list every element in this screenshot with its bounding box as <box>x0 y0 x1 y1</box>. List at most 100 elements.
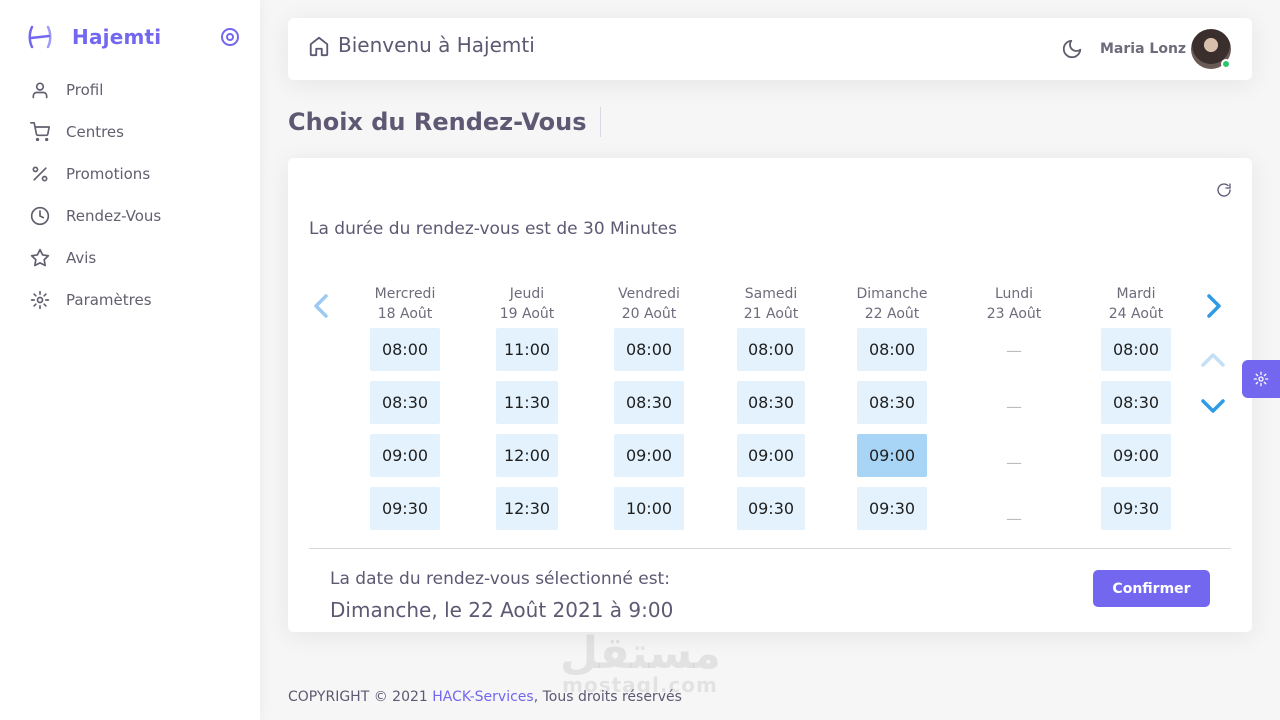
brand-logo-icon <box>28 25 52 49</box>
footer: COPYRIGHT © 2021 HACK-Services, Tous dro… <box>288 689 682 705</box>
watermark-text: مستقل <box>560 628 721 679</box>
theme-customizer-button[interactable] <box>1242 360 1280 398</box>
day-date: 18 Août <box>377 306 433 322</box>
time-slot-button[interactable]: 12:30 <box>496 487 558 530</box>
time-slot-list: — — — — <box>953 328 1075 542</box>
time-slot-button[interactable]: 08:00 <box>737 328 805 371</box>
sidebar-item-label: Paramètres <box>66 291 152 309</box>
sidebar-item-promotions[interactable]: Promotions <box>0 153 260 195</box>
time-slot-button[interactable]: 09:30 <box>857 487 927 530</box>
time-slot-button[interactable]: 12:00 <box>496 434 558 477</box>
home-icon <box>309 36 329 57</box>
time-slot-list: 08:00 08:30 09:00 10:00 <box>588 328 710 530</box>
footer-copyright: COPYRIGHT © 2021 <box>288 689 428 705</box>
brand-name: Hajemti <box>72 25 162 49</box>
day-name: Lundi <box>994 286 1034 302</box>
sidebar-item-centres[interactable]: Centres <box>0 111 260 153</box>
day-name: Mardi <box>1116 286 1156 302</box>
chevron-up-icon[interactable] <box>1199 350 1227 370</box>
page-title: Choix du Rendez-Vous <box>288 107 602 137</box>
time-slot-button[interactable]: 09:30 <box>370 487 440 530</box>
clock-icon <box>30 206 50 226</box>
sidebar-item-label: Profil <box>66 81 104 99</box>
time-slot-list: 08:00 08:30 09:00 09:30 <box>831 328 953 530</box>
chevron-down-icon[interactable] <box>1199 396 1227 416</box>
gear-icon <box>1253 371 1269 387</box>
time-slot-list: 08:00 08:30 09:00 09:30 <box>344 328 466 530</box>
time-slot-button[interactable]: 08:00 <box>370 328 440 371</box>
sidebar-item-label: Promotions <box>66 165 151 183</box>
sidebar-item-avis[interactable]: Avis <box>0 237 260 279</box>
day-name: Vendredi <box>618 286 680 302</box>
day-name: Jeudi <box>509 286 545 302</box>
time-slot-button[interactable]: 09:30 <box>737 487 805 530</box>
chevron-left-icon[interactable] <box>310 292 334 320</box>
time-slot-button[interactable]: 08:30 <box>857 381 927 424</box>
selected-date-label: La date du rendez-vous sélectionné est: <box>330 569 670 589</box>
day-date: 21 Août <box>743 306 799 322</box>
time-slot-button[interactable]: 08:30 <box>1101 381 1171 424</box>
refresh-icon[interactable] <box>1216 182 1232 198</box>
sidebar: Hajemti Profil Centres Promotions Rendez… <box>0 0 260 720</box>
star-icon <box>30 248 50 267</box>
moon-icon[interactable] <box>1061 38 1083 60</box>
sidebar-item-label: Centres <box>66 123 124 141</box>
time-slot-button[interactable]: 09:00 <box>857 434 927 477</box>
user-name[interactable]: Maria Lonz <box>1100 41 1186 57</box>
time-slot-button[interactable]: 09:30 <box>1101 487 1171 530</box>
time-slot-button[interactable]: 11:30 <box>496 381 558 424</box>
unavailable-slot: — <box>1006 509 1022 528</box>
day-column: Mercredi 18 Août 08:00 08:30 09:00 09:30 <box>344 284 466 540</box>
top-navbar: Bienvenu à Hajemti Maria Lonz <box>288 18 1252 80</box>
day-date: 23 Août <box>986 306 1042 322</box>
avatar[interactable] <box>1191 29 1231 69</box>
sidebar-nav: Profil Centres Promotions Rendez-Vous Av… <box>0 69 260 321</box>
unavailable-slot: — <box>1006 341 1022 360</box>
day-date: 20 Août <box>621 306 677 322</box>
time-slot-list: 11:00 11:30 12:00 12:30 <box>466 328 588 530</box>
day-column: Dimanche 22 Août 08:00 08:30 09:00 09:30 <box>831 284 953 540</box>
divider <box>309 548 1231 549</box>
days-grid: Mercredi 18 Août 08:00 08:30 09:00 09:30 Jeudi… <box>344 284 1196 534</box>
time-slot-button[interactable]: 08:30 <box>737 381 805 424</box>
time-slot-button[interactable]: 08:30 <box>614 381 684 424</box>
day-column: Lundi 23 Août — — — — <box>953 284 1075 552</box>
time-slot-list: 08:00 08:30 09:00 09:30 <box>1075 328 1197 530</box>
sidebar-item-label: Avis <box>66 249 97 267</box>
footer-company-link[interactable]: HACK-Services <box>432 689 533 705</box>
booking-card: La durée du rendez-vous est de 30 Minute… <box>288 158 1252 632</box>
day-column: Vendredi 20 Août 08:00 08:30 09:00 10:00 <box>588 284 710 540</box>
time-slot-button[interactable]: 10:00 <box>614 487 684 530</box>
sidebar-item-profil[interactable]: Profil <box>0 69 260 111</box>
day-column: Mardi 24 Août 08:00 08:30 09:00 09:30 <box>1075 284 1197 540</box>
day-name: Dimanche <box>856 286 928 302</box>
confirm-button[interactable]: Confirmer <box>1093 570 1210 607</box>
time-slot-button[interactable]: 08:00 <box>857 328 927 371</box>
sidebar-item-parametres[interactable]: Paramètres <box>0 279 260 321</box>
time-slot-button[interactable]: 09:00 <box>370 434 440 477</box>
day-name: Mercredi <box>374 286 436 302</box>
time-slot-button[interactable]: 08:00 <box>1101 328 1171 371</box>
time-slot-button[interactable]: 08:30 <box>370 381 440 424</box>
time-slot-list: 08:00 08:30 09:00 09:30 <box>710 328 832 530</box>
sidebar-item-label: Rendez-Vous <box>66 207 162 225</box>
time-slot-button[interactable]: 09:00 <box>614 434 684 477</box>
time-slot-button[interactable]: 09:00 <box>737 434 805 477</box>
time-slot-button[interactable]: 11:00 <box>496 328 558 371</box>
time-slot-button[interactable]: 09:00 <box>1101 434 1171 477</box>
sidebar-item-rendez-vous[interactable]: Rendez-Vous <box>0 195 260 237</box>
day-column: Jeudi 19 Août 11:00 11:30 12:00 12:30 <box>466 284 588 540</box>
unavailable-slot: — <box>1006 397 1022 416</box>
chevron-right-icon[interactable] <box>1201 292 1225 320</box>
duration-text: La durée du rendez-vous est de 30 Minute… <box>309 219 677 239</box>
time-slot-button[interactable]: 08:00 <box>614 328 684 371</box>
collapse-menu-icon[interactable] <box>220 27 240 47</box>
day-name: Samedi <box>744 286 798 302</box>
footer-rights: , Tous droits réservés <box>533 689 682 705</box>
selected-date-value: Dimanche, le 22 Août 2021 à 9:00 <box>330 598 674 622</box>
unavailable-slot: — <box>1006 453 1022 472</box>
brand[interactable]: Hajemti <box>26 22 161 52</box>
day-date: 24 Août <box>1108 306 1164 322</box>
day-date: 19 Août <box>499 306 555 322</box>
header-title: Bienvenu à Hajemti <box>338 33 535 57</box>
